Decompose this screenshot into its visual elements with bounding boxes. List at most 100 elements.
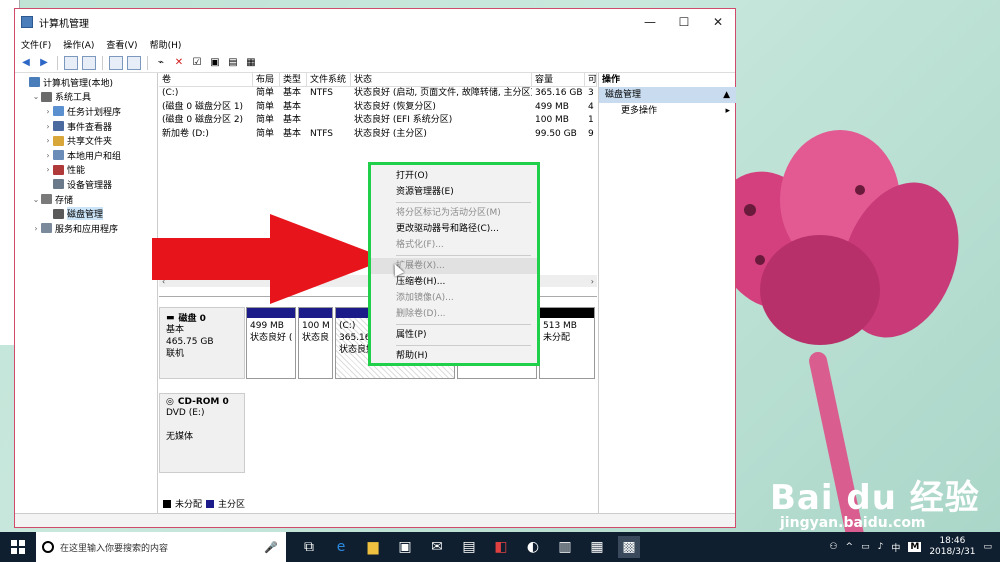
network-icon[interactable]: ▭ [861,542,870,552]
tray-chevron-icon[interactable]: ^ [846,542,854,552]
properties-list-icon[interactable]: ▦ [244,56,258,70]
actions-disk-management[interactable]: 磁盘管理 ▲ [599,87,736,103]
taskbar-search[interactable]: 在这里输入你要搜索的内容 🎤 [36,532,286,562]
partition-recovery[interactable]: 499 MB 状态良好 ( [246,307,296,379]
computer-management-taskbar-icon[interactable]: ▩ [618,536,640,558]
menu-view[interactable]: 查看(V) [106,38,137,51]
delete-icon[interactable]: ✕ [172,56,186,70]
calculator-icon[interactable]: ▦ [586,536,608,558]
back-arrow-icon[interactable]: ◀ [19,56,33,70]
volume-cell: 简单 [256,128,275,139]
tree-expand-icon[interactable]: › [43,151,53,160]
properties-icon[interactable] [127,55,141,70]
file-explorer-icon[interactable]: ▆ [362,536,384,558]
tree-item[interactable]: 磁盘管理 [15,206,157,221]
menu-file[interactable]: 文件(F) [21,38,51,51]
tree-item[interactable]: › 任务计划程序 [15,104,157,119]
volume-cell [307,114,351,128]
tree-item-label: 任务计划程序 [67,107,122,118]
context-menu-item[interactable]: 压缩卷(H)... [371,274,537,290]
start-button[interactable] [0,532,36,562]
column-filesystem[interactable]: 文件系统 [307,73,351,86]
column-status[interactable]: 状态 [351,73,532,86]
volume-row[interactable]: (磁盘 0 磁盘分区 2) 简单 基本 状态良好 (EFI 系统分区) 100 MB 1 [159,114,597,128]
partition-efi[interactable]: 100 M 状态良 [298,307,333,379]
tree-item[interactable]: 设备管理器 [15,177,157,192]
search-folder-icon[interactable]: ▤ [226,56,240,70]
context-menu-item[interactable]: 属性(P) [371,327,537,343]
column-type[interactable]: 类型 [280,73,307,86]
maximize-button[interactable]: ☐ [667,9,701,35]
tree-item[interactable]: › 服务和应用程序 [15,221,157,236]
tree-item[interactable]: 计算机管理(本地) [15,75,157,90]
tree-node-icon [53,150,64,161]
cdrom-media: 无媒体 [166,432,194,442]
volume-cell: 状态良好 (启动, 页面文件, 故障转储, 主分区) [354,88,532,98]
tree-node-icon [29,77,40,88]
tree-item[interactable]: ⌄ 存储 [15,192,157,207]
show-hide-tree-icon[interactable] [82,55,96,70]
microphone-icon[interactable]: 🎤 [264,541,278,554]
clock[interactable]: 18:46 2018/3/31 [929,536,975,558]
minimize-button[interactable]: — [633,9,667,35]
close-button[interactable]: ✕ [701,9,735,35]
tree-item[interactable]: › 性能 [15,163,157,178]
volume-row[interactable]: (C:) 简单 基本 NTFS 状态良好 (启动, 页面文件, 故障转储, 主分区) 36… [159,87,597,101]
tree-expand-icon[interactable]: › [43,165,53,174]
tool-icon[interactable]: ◧ [490,536,512,558]
context-menu-item[interactable]: 更改驱动器号和路径(C)... [371,221,537,237]
ime-indicator[interactable]: 中 [891,541,900,554]
title-bar[interactable]: 计算机管理 — ☐ ✕ [15,9,735,35]
volume-row[interactable]: 新加卷 (D:) 简单 基本 NTFS 状态良好 (主分区) 99.50 GB 9 [159,128,597,142]
windows-logo-icon [11,540,25,554]
context-menu-item[interactable]: 打开(O) [371,168,537,184]
cortana-icon [42,541,54,553]
help-icon[interactable] [109,55,123,70]
menu-help[interactable]: 帮助(H) [150,38,182,51]
column-free[interactable]: 可 [585,73,597,86]
ime-mode[interactable]: M [908,542,922,552]
menu-action[interactable]: 操作(A) [63,38,94,51]
cdrom-0-info[interactable]: ◎ CD-ROM 0 DVD (E:) 无媒体 [159,393,245,473]
disk-0-info[interactable]: ▬ 磁盘 0 基本 465.75 GB 联机 [159,307,245,379]
volume-cell: 499 MB [535,101,569,112]
task-view-icon[interactable]: ⧉ [298,536,320,558]
tree-expand-icon[interactable]: › [43,107,53,116]
context-menu-item[interactable]: 资源管理器(E) [371,184,537,200]
actions-pane: 操作 磁盘管理 ▲ 更多操作 ▸ [598,73,736,513]
mail-icon[interactable]: ✉ [426,536,448,558]
partition-status: 状态良好 ( [250,333,293,343]
tree-item[interactable]: › 共享文件夹 [15,133,157,148]
context-menu-item[interactable]: 帮助(H) [371,348,537,364]
tree-item[interactable]: ⌄ 系统工具 [15,90,157,105]
checklist-icon[interactable]: ☑ [190,56,204,70]
tree-item[interactable]: › 事件查看器 [15,119,157,134]
connect-icon[interactable]: ⌁ [154,56,168,70]
paint-icon[interactable]: ◐ [522,536,544,558]
volume-row[interactable]: (磁盘 0 磁盘分区 1) 简单 基本 状态良好 (恢复分区) 499 MB 4 [159,101,597,115]
forward-arrow-icon[interactable]: ▶ [37,56,51,70]
column-layout[interactable]: 布局 [253,73,280,86]
column-capacity[interactable]: 容量 [532,73,585,86]
up-folder-icon[interactable] [64,55,78,70]
partition-status: 状态良 [302,333,330,343]
column-volume[interactable]: 卷 [159,73,253,86]
network-app-icon[interactable]: ▤ [458,536,480,558]
new-folder-icon[interactable]: ▣ [208,56,222,70]
store-icon[interactable]: ▣ [394,536,416,558]
tree-expand-icon[interactable]: ⌄ [31,195,41,204]
notepad-icon[interactable]: ▥ [554,536,576,558]
tree-expand-icon[interactable]: › [43,136,53,145]
tree-expand-icon[interactable]: ⌄ [31,92,41,101]
tree-expand-icon[interactable]: › [31,224,41,233]
tree-item[interactable]: › 本地用户和组 [15,148,157,163]
notification-icon[interactable]: ▭ [983,542,992,552]
edge-icon[interactable]: e [330,536,352,558]
legend-primary: 主分区 [218,500,246,510]
partition-unallocated[interactable]: 513 MB 未分配 [539,307,595,379]
people-icon[interactable]: ⚇ [829,542,837,552]
actions-more[interactable]: 更多操作 ▸ [599,103,736,119]
volume-icon[interactable]: ♪ [878,542,884,552]
red-arrow-annotation [152,214,388,304]
tree-expand-icon[interactable]: › [43,122,53,131]
